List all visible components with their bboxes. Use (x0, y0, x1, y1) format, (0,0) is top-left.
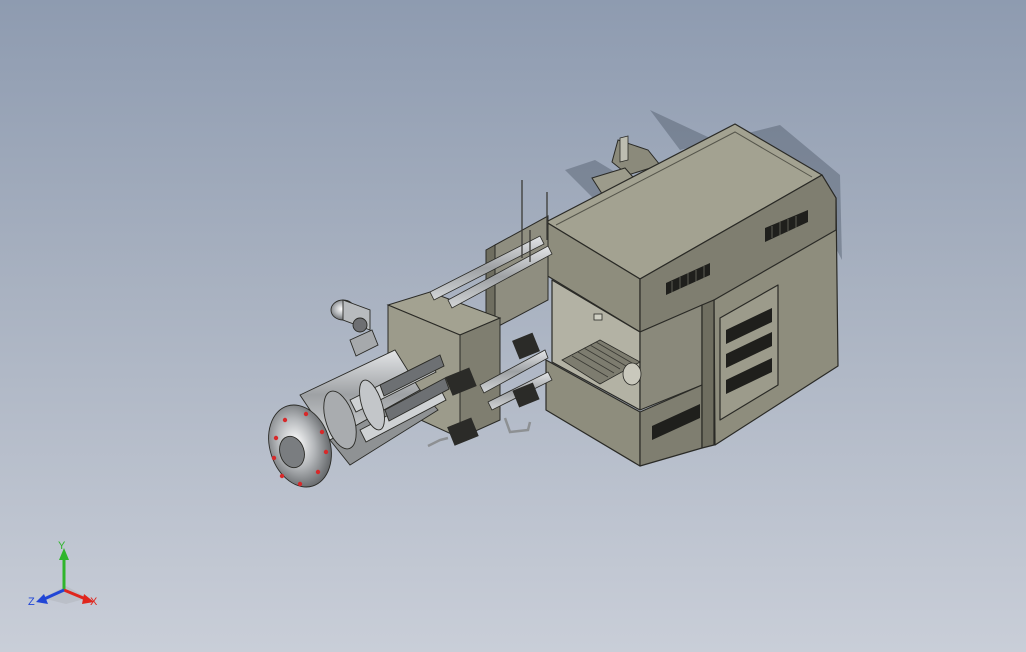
z-axis-label: Z (28, 596, 35, 608)
machine-model[interactable] (0, 0, 1026, 652)
graphics-viewport[interactable]: Y X Z (0, 0, 1026, 652)
coordinate-triad: Y X Z (28, 540, 98, 608)
y-axis-label: Y (58, 540, 66, 552)
injection-unit (268, 349, 450, 488)
x-axis-label: X (90, 596, 98, 608)
hydraulic-motor (330, 299, 379, 357)
